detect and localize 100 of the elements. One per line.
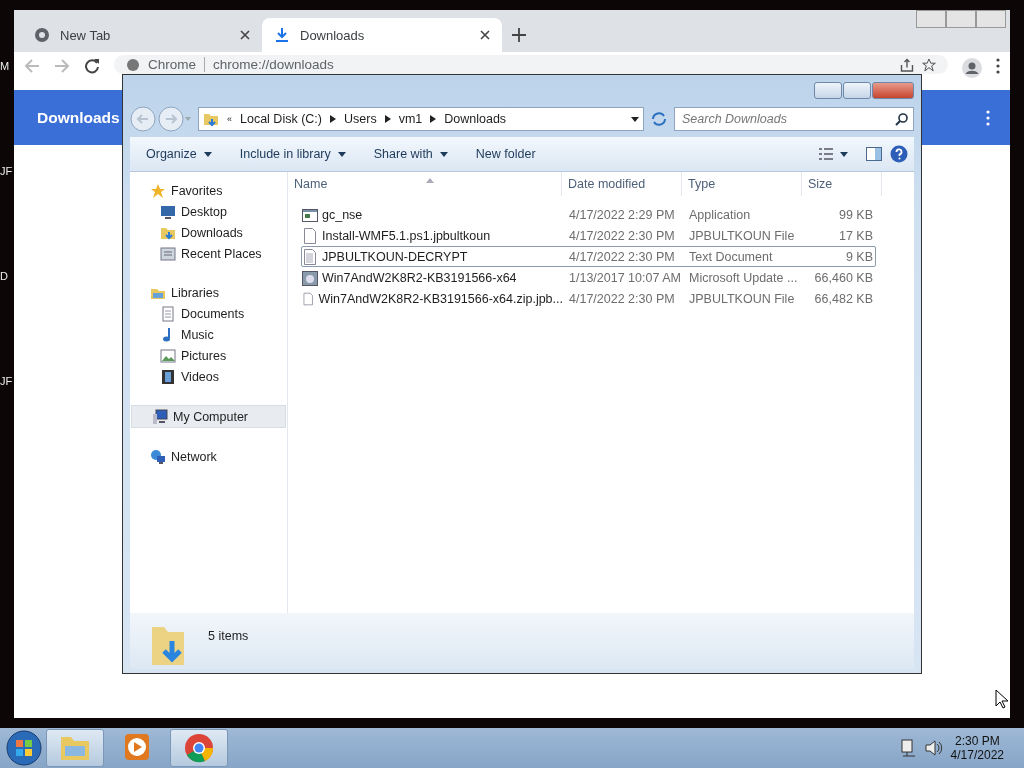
date-cell-text: 4/17/2022 2:30 PM xyxy=(568,249,676,264)
reload-icon[interactable] xyxy=(84,58,100,74)
file-name: Win7AndW2K8R2-KB3191566-x64.zip.jpb... xyxy=(318,291,563,306)
computer-icon xyxy=(152,408,168,425)
column-header[interactable]: Date modified xyxy=(562,172,682,196)
share-icon[interactable] xyxy=(900,57,914,72)
caret-icon xyxy=(840,151,848,157)
plus-icon[interactable] xyxy=(512,28,526,42)
size-cell-text: 66,482 KB xyxy=(813,291,874,306)
column-header[interactable]: Size xyxy=(802,172,882,196)
page-title: Downloads xyxy=(37,108,120,127)
breadcrumb-item[interactable]: Users xyxy=(344,112,377,126)
type-cell-text: Text Document xyxy=(688,249,774,264)
monitor-icon xyxy=(160,203,176,220)
search-icon[interactable] xyxy=(895,113,908,126)
file-row[interactable]: gc_nse 4/17/2022 2:29 PM Application 99 KB xyxy=(301,204,876,225)
file-name: Win7AndW2K8R2-KB3191566-x64 xyxy=(322,270,517,285)
folder-icon xyxy=(203,111,219,127)
speaker-icon[interactable] xyxy=(924,740,943,756)
picture-icon xyxy=(160,347,176,364)
date-cell-text: 4/17/2022 2:29 PM xyxy=(568,207,676,222)
navigation-item[interactable]: Videos xyxy=(130,366,287,387)
file-row[interactable]: Install-WMF5.1.ps1.jpbultkoun 4/17/2022 2:30 PM JPBULTKOUN File 17 KB xyxy=(301,225,876,246)
file-name: Install-WMF5.1.ps1.jpbultkoun xyxy=(322,228,491,243)
address-field[interactable]: « Local Disk (C:) Users vm1 Downloads xyxy=(198,107,644,131)
file-name: JPBULTKOUN-DECRYPT xyxy=(322,249,468,264)
menu-icon[interactable] xyxy=(996,58,1000,74)
navigation-item[interactable]: Libraries xyxy=(130,282,287,303)
file-row[interactable]: Win7AndW2K8R2-KB3191566-x64.zip.jpb... 4/17/2022 2:30 PM JPBULTKOUN File 66,482 KB xyxy=(301,288,876,309)
download-icon xyxy=(274,27,290,43)
browser-tab[interactable]: New Tab xyxy=(22,18,262,52)
maximize-button[interactable] xyxy=(843,81,871,99)
type-cell-text: Application xyxy=(688,207,752,222)
toolbar-button[interactable]: Share with xyxy=(363,143,458,165)
navigation-item[interactable]: Favorites xyxy=(130,180,287,201)
profile-icon[interactable] xyxy=(962,58,982,78)
file-icon xyxy=(302,227,318,244)
size-cell-text: 99 KB xyxy=(837,207,874,222)
clock-date[interactable]: 4/17/2022 xyxy=(950,748,1004,762)
toolbar-button[interactable]: Organize xyxy=(136,143,222,165)
address-bar[interactable]: Chrome chrome://downloads xyxy=(114,55,948,74)
toolbar-button[interactable]: Include in library xyxy=(229,143,356,165)
refresh-icon[interactable] xyxy=(650,110,668,128)
close-icon[interactable] xyxy=(480,30,490,40)
network-icon[interactable] xyxy=(900,739,917,757)
minimize-button[interactable] xyxy=(814,81,842,99)
star-icon xyxy=(150,182,166,199)
application-icon xyxy=(302,206,318,223)
clock-time[interactable]: 2:30 PM xyxy=(954,734,1000,748)
navigation-item[interactable]: Desktop xyxy=(130,201,287,222)
breadcrumb-item[interactable]: Downloads xyxy=(444,112,507,126)
item-count: 5 items xyxy=(208,629,249,643)
start-button-icon[interactable] xyxy=(6,730,42,766)
navigation-item[interactable]: Music xyxy=(130,324,287,345)
taskbar-button[interactable] xyxy=(170,729,228,767)
network-icon xyxy=(150,448,166,465)
caret-icon xyxy=(330,115,336,123)
list-view-icon xyxy=(819,148,833,160)
size-cell-text: 17 KB xyxy=(837,228,874,243)
column-header[interactable]: Type xyxy=(682,172,802,196)
caret-icon xyxy=(384,115,391,123)
type-cell-text: Microsoft Update ... xyxy=(688,270,799,285)
star-icon[interactable] xyxy=(922,57,936,72)
search-field[interactable]: Search Downloads xyxy=(674,107,914,131)
date-cell-text: 4/17/2022 2:30 PM xyxy=(568,228,676,243)
window-icon xyxy=(160,245,176,262)
sort-arrow-icon xyxy=(426,178,434,183)
desktop-icon-label: M xyxy=(0,60,11,74)
close-button[interactable] xyxy=(872,81,914,99)
caret-icon[interactable] xyxy=(631,116,639,122)
text-file-icon xyxy=(302,248,318,265)
desktop-icon-label: JF xyxy=(0,375,13,389)
close-icon[interactable] xyxy=(240,30,250,40)
type-cell-text: JPBULTKOUN File xyxy=(688,291,796,306)
file-row[interactable]: JPBULTKOUN-DECRYPT 4/17/2022 2:30 PM Text Document 9 KB xyxy=(301,246,876,267)
desktop-icon-label: D xyxy=(0,270,9,284)
caret-icon xyxy=(430,115,437,123)
chrome-icon xyxy=(183,732,215,764)
toolbar-button[interactable]: New folder xyxy=(465,143,546,165)
breadcrumb-item[interactable]: vm1 xyxy=(398,112,423,126)
navigation-item[interactable]: Downloads xyxy=(130,222,287,243)
navigation-item[interactable]: Pictures xyxy=(130,345,287,366)
menu-icon[interactable] xyxy=(986,109,990,126)
navigation-item[interactable]: Recent Places xyxy=(130,243,287,264)
overflow-chevron[interactable]: « xyxy=(227,114,232,124)
url-text: chrome://downloads xyxy=(213,57,335,72)
help-icon[interactable] xyxy=(890,145,908,163)
size-cell-text: 66,460 KB xyxy=(813,270,874,285)
file-row[interactable]: Win7AndW2K8R2-KB3191566-x64 1/13/2017 10:07 AM Microsoft Update ... 66,460 KB xyxy=(301,267,876,288)
navigation-item[interactable]: Network xyxy=(130,446,287,467)
breadcrumb-item[interactable]: Local Disk (C:) xyxy=(240,112,322,126)
size-cell-text: 9 KB xyxy=(844,249,874,264)
installer-icon xyxy=(302,269,318,286)
preview-pane-icon[interactable] xyxy=(866,147,882,161)
navigation-item[interactable]: My Computer xyxy=(131,405,286,428)
date-cell-text: 1/13/2017 10:07 AM xyxy=(568,270,682,285)
browser-tab[interactable]: Downloads xyxy=(262,18,502,52)
document-icon xyxy=(160,305,176,322)
navigation-item[interactable]: Documents xyxy=(130,303,287,324)
site-label: Chrome xyxy=(148,57,205,72)
